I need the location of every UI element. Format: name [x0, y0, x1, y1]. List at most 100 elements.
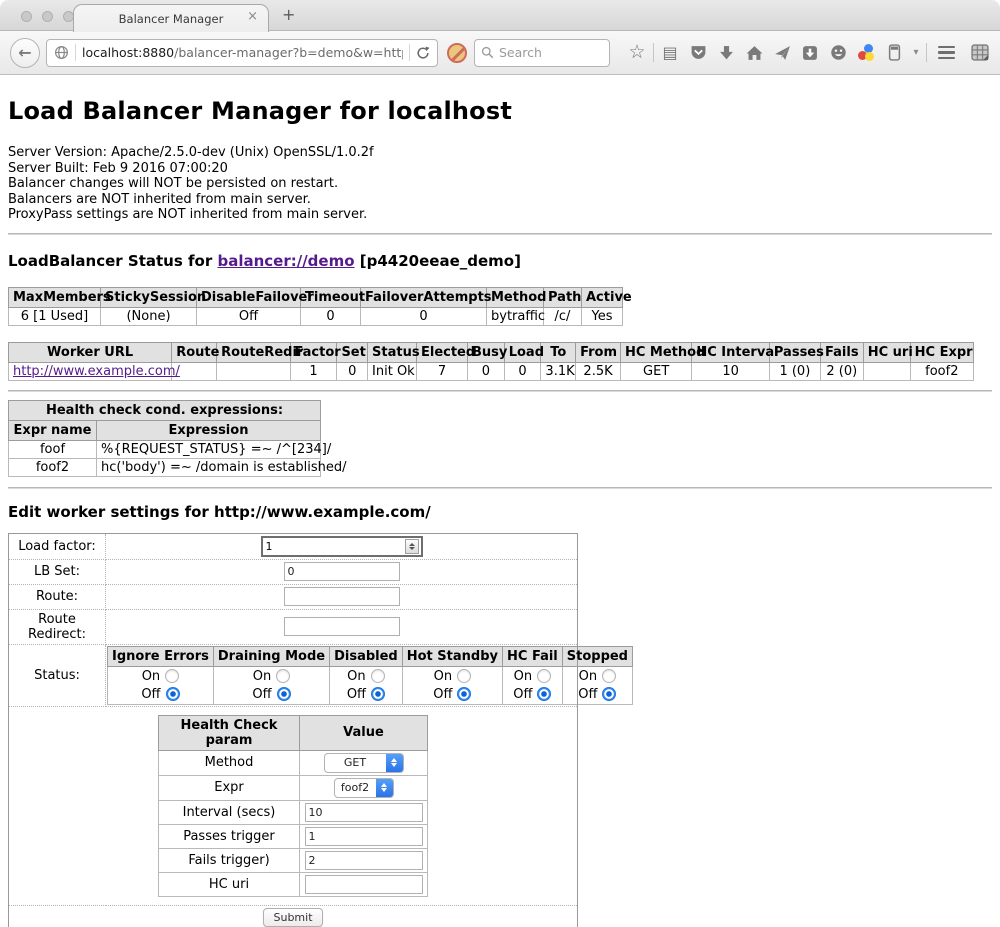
hot-standby-on-radio[interactable] — [457, 669, 471, 683]
urlbar-divider2 — [409, 44, 410, 61]
fails-input[interactable] — [305, 851, 423, 870]
disabled-on-radio[interactable] — [371, 669, 385, 683]
number-stepper-icon[interactable] — [405, 539, 419, 554]
col-maxmembers: MaxMembers — [9, 287, 101, 307]
expr-row: Expr foof2 — [159, 775, 428, 800]
tab-close-icon[interactable]: × — [247, 10, 258, 23]
balancer-status-table: MaxMembers StickySession DisableFailover… — [8, 287, 623, 326]
inherit-notice-line: Balancers are NOT inherited from main se… — [8, 192, 992, 208]
draining-mode-off-radio[interactable] — [277, 687, 291, 701]
window-close-button[interactable] — [21, 11, 32, 22]
expr-select[interactable]: foof2 — [334, 778, 394, 798]
browser-window: Balancer Manager × + ← localhost:8880/ba… — [0, 0, 1000, 927]
hot-standby-off-radio[interactable] — [457, 687, 471, 701]
battery-device-icon[interactable] — [880, 38, 908, 68]
toolbar-separator — [653, 43, 654, 62]
url-path: /balancer-manager?b=demo&w=http://www.ex… — [174, 45, 403, 60]
load-factor-label: Load factor: — [9, 533, 106, 559]
submit-button[interactable]: Submit — [263, 908, 322, 927]
col-ignore-errors: Ignore Errors — [108, 646, 214, 666]
fails-label: Fails trigger) — [159, 848, 300, 872]
lb-status-heading: LoadBalancer Status for balancer://demo … — [8, 252, 992, 270]
send-plane-icon[interactable] — [768, 38, 796, 68]
menu-hamburger-icon[interactable] — [929, 38, 963, 68]
hc-uri-input[interactable] — [305, 875, 423, 894]
reload-icon[interactable] — [416, 46, 430, 60]
reading-list-icon[interactable]: ▤ — [656, 38, 684, 68]
divider2 — [8, 390, 992, 392]
new-tab-button[interactable]: + — [282, 5, 295, 24]
ignore-errors-on-radio[interactable] — [165, 669, 179, 683]
lb-status-suffix: [p4420eeae_demo] — [355, 252, 521, 270]
ignore-errors-off-radio[interactable] — [166, 687, 180, 701]
route-redirect-label: Route Redirect: — [9, 609, 106, 644]
search-input[interactable] — [499, 45, 603, 60]
stopped-off-radio[interactable] — [602, 687, 616, 701]
pocket-icon[interactable] — [684, 38, 712, 68]
tab-balancer-manager[interactable]: Balancer Manager × — [73, 4, 269, 32]
urlbar-divider — [75, 44, 76, 61]
persist-notice-line: Balancer changes will NOT be persisted o… — [8, 176, 992, 192]
passes-row: Passes trigger — [159, 824, 428, 848]
window-minimize-button[interactable] — [42, 11, 53, 22]
select-chevrons-icon — [386, 754, 403, 772]
downloads-arrow-icon[interactable] — [712, 38, 740, 68]
back-button[interactable]: ← — [10, 38, 40, 68]
status-label: Status: — [9, 644, 106, 706]
download-box-icon[interactable] — [796, 38, 824, 68]
col-expr-name: Expr name — [9, 420, 97, 440]
col-disablefailover: DisableFailover — [197, 287, 301, 307]
url-domain: localhost:8880 — [82, 45, 174, 60]
col-stickysession: StickySession — [101, 287, 197, 307]
hc-uri-label: HC uri — [159, 872, 300, 896]
address-bar[interactable]: localhost:8880/balancer-manager?b=demo&w… — [46, 39, 438, 67]
home-icon[interactable] — [740, 38, 768, 68]
page-content: Load Balancer Manager for localhost Serv… — [0, 97, 1000, 927]
panels-grid-icon[interactable] — [963, 38, 997, 68]
content-blocked-icon[interactable] — [447, 43, 467, 63]
back-arrow-icon: ← — [18, 43, 31, 62]
expr-row-foof: foof %{REQUEST_STATUS} =~ /^[234]/ — [9, 440, 321, 458]
col-expression: Expression — [97, 420, 321, 440]
hc-fail-on-radio[interactable] — [537, 669, 551, 683]
method-label: Method — [159, 750, 300, 775]
worker-url-link[interactable]: http://www.example.com/ — [13, 364, 180, 379]
hc-params-row: Health Check param Value Method GET — [9, 706, 578, 905]
interval-input[interactable] — [305, 803, 423, 822]
col-hc-param: Health Check param — [159, 715, 300, 750]
bookmark-star-icon[interactable]: ☆ — [623, 38, 651, 68]
fails-row: Fails trigger) — [159, 848, 428, 872]
server-version-line: Server Version: Apache/2.5.0-dev (Unix) … — [8, 145, 992, 161]
passes-input[interactable] — [305, 827, 423, 846]
draining-mode-on-radio[interactable] — [276, 669, 290, 683]
server-info: Server Version: Apache/2.5.0-dev (Unix) … — [8, 145, 992, 223]
load-factor-row: Load factor: — [9, 533, 578, 559]
route-input[interactable] — [284, 587, 400, 606]
route-redirect-input[interactable] — [284, 617, 400, 636]
hc-uri-row: HC uri — [159, 872, 428, 896]
extension-dots-icon[interactable] — [852, 38, 880, 68]
feedback-smiley-icon[interactable] — [824, 38, 852, 68]
url-text[interactable]: localhost:8880/balancer-manager?b=demo&w… — [82, 45, 403, 60]
balancer-link[interactable]: balancer://demo — [217, 252, 354, 270]
stopped-on-radio[interactable] — [602, 669, 616, 683]
status-row: Status: Ignore Errors Draining Mode Disa… — [9, 644, 578, 706]
overflow-caret-icon[interactable]: ▾ — [908, 38, 924, 68]
worker-header-row: Worker URL Route RouteRedir Factor Set S… — [9, 342, 974, 362]
edit-worker-heading: Edit worker settings for http://www.exam… — [8, 503, 992, 521]
passes-label: Passes trigger — [159, 824, 300, 848]
interval-label: Interval (secs) — [159, 800, 300, 824]
load-factor-input[interactable] — [263, 538, 405, 555]
hc-fail-off-radio[interactable] — [537, 687, 551, 701]
search-bar[interactable] — [474, 39, 610, 67]
lb-set-input[interactable] — [284, 562, 400, 581]
disabled-off-radio[interactable] — [371, 687, 385, 701]
submit-row: Submit — [9, 905, 578, 927]
col-hot-standby: Hot Standby — [402, 646, 502, 666]
method-select[interactable]: GET — [324, 753, 404, 773]
col-draining-mode: Draining Mode — [213, 646, 329, 666]
select-chevrons-icon — [376, 779, 393, 797]
col-stopped: Stopped — [562, 646, 632, 666]
lb-status-prefix: LoadBalancer Status for — [8, 252, 217, 270]
route-row: Route: — [9, 584, 578, 609]
